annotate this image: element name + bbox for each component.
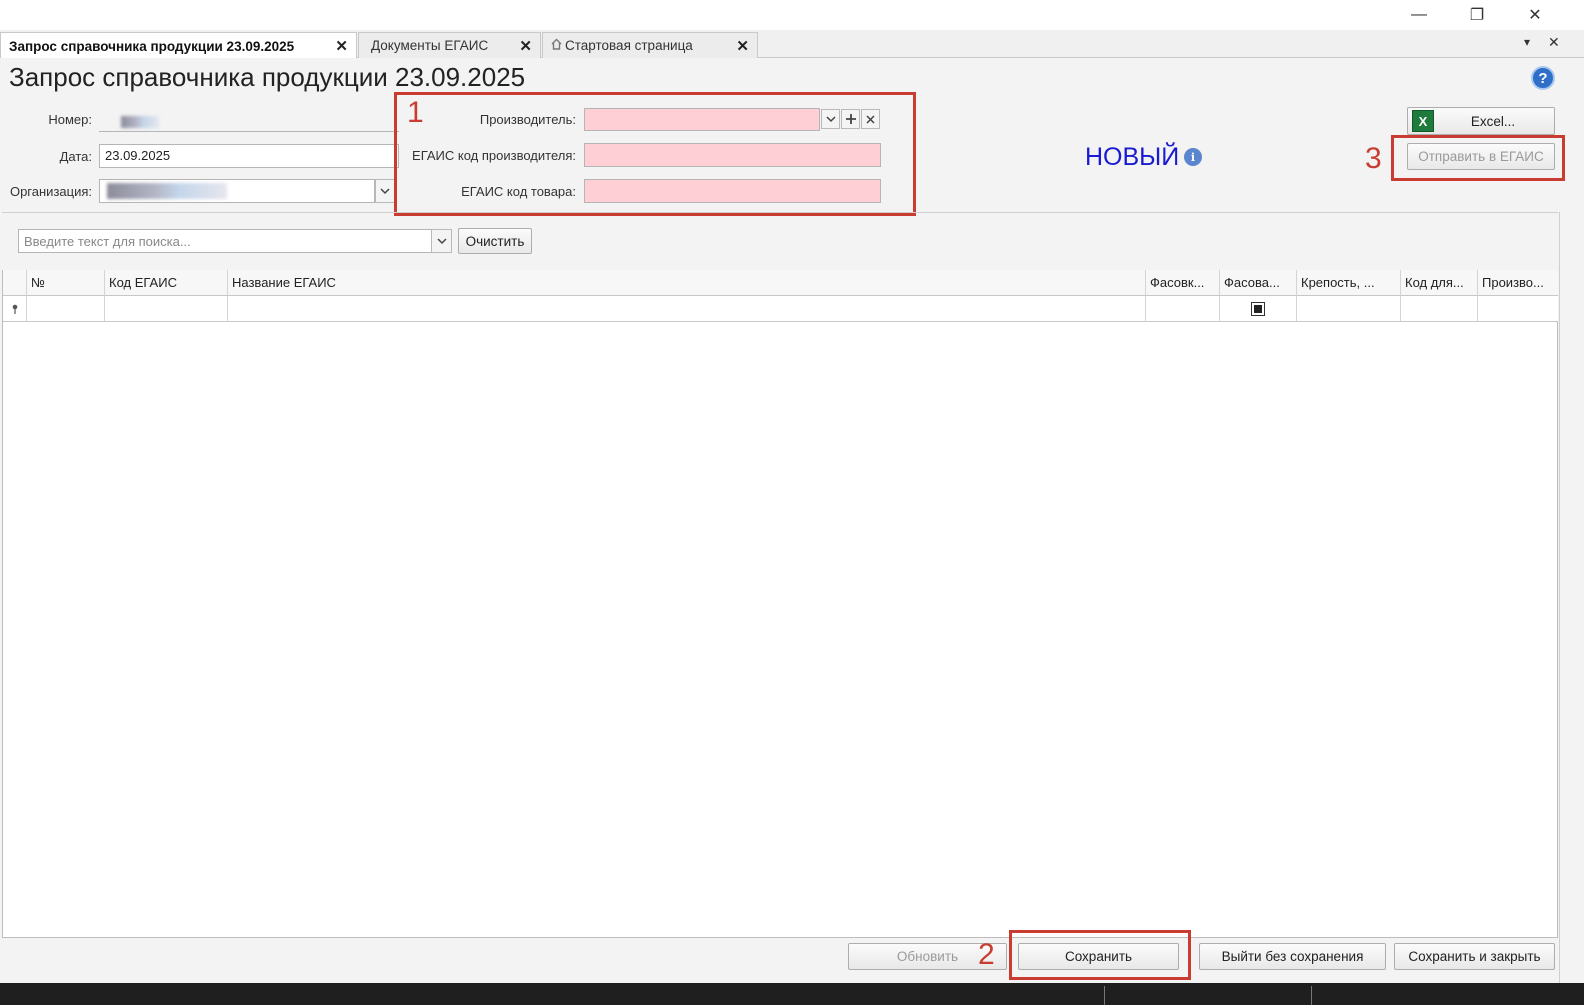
help-icon[interactable]: ? [1531,66,1555,90]
pin-icon [12,304,17,314]
products-table [2,270,1558,938]
add-producer-icon[interactable] [841,109,860,129]
annotation-number-2: 2 [978,938,995,971]
tab-close-icon[interactable]: ✕ [335,37,348,55]
tab-list-dropdown-icon[interactable]: ▾ [1524,35,1530,49]
new-row-cell[interactable] [1146,296,1220,322]
producer-dropdown-icon[interactable] [821,109,840,129]
tab-label: Документы ЕГАИС [371,38,489,53]
tab-label: Запрос справочника продукции 23.09.2025 [9,38,295,54]
organization-field[interactable] [99,179,375,203]
taskbar-divider [1311,986,1312,1005]
tab-start-page[interactable]: Стартовая страница ✕ [542,32,758,58]
taskbar [0,983,1584,1005]
column-header-egais-code[interactable]: Код ЕГАИС [105,270,228,296]
packaged-checkbox[interactable] [1251,301,1265,316]
tab-product-request[interactable]: Запрос справочника продукции 23.09.2025 … [0,32,357,59]
column-header-packaged[interactable]: Фасова... [1220,270,1297,296]
clear-producer-icon[interactable] [861,109,880,129]
vertical-scrollbar[interactable] [1559,212,1567,983]
new-row-cell[interactable] [1220,296,1297,322]
search-dropdown-icon[interactable] [431,229,452,253]
new-row-cell[interactable] [105,296,228,322]
exit-without-saving-button[interactable]: Выйти без сохранения [1199,943,1386,970]
new-row-indicator [3,296,27,322]
tab-close-icon[interactable]: ✕ [736,37,749,55]
minimize-icon[interactable]: — [1390,0,1448,30]
date-label: Дата: [59,149,92,164]
column-header-packing[interactable]: Фасовк... [1146,270,1220,296]
status-badge: НОВЫЙ [1085,143,1180,171]
new-row-cell[interactable] [228,296,1146,322]
producer-field[interactable] [584,108,820,131]
save-button[interactable]: Сохранить [1018,943,1179,970]
close-window-icon[interactable]: ✕ [1506,0,1564,30]
new-row-cell[interactable] [27,296,105,322]
excel-button[interactable]: X Excel... [1407,107,1555,135]
redacted-number [121,116,159,128]
new-row-cell[interactable] [1297,296,1401,322]
form-divider [2,212,1558,213]
producer-label: Производитель: [479,112,576,127]
new-row-cell[interactable] [1401,296,1478,322]
new-row-cell[interactable] [1478,296,1558,322]
taskbar-divider [1104,986,1105,1005]
organization-label: Организация: [9,184,92,199]
tab-close-icon[interactable]: ✕ [519,37,532,55]
clear-search-button[interactable]: Очистить [458,228,532,254]
status-info-icon[interactable]: i [1184,148,1202,166]
column-header-code-for[interactable]: Код для... [1401,270,1478,296]
row-indicator-header [3,270,27,296]
tab-egais-documents[interactable]: Документы ЕГАИС ✕ [358,32,541,58]
column-header-number[interactable]: № [27,270,105,296]
redacted-organization [107,183,227,199]
home-icon [551,38,562,53]
number-label: Номер: [48,112,92,127]
tab-label: Стартовая страница [565,38,693,53]
producer-code-field[interactable] [584,143,881,167]
send-to-egais-button[interactable]: Отправить в ЕГАИС [1407,143,1555,170]
excel-icon: X [1412,110,1434,132]
date-field[interactable]: 23.09.2025 [99,144,399,168]
excel-button-label: Excel... [1470,113,1516,129]
number-field[interactable] [99,108,399,132]
column-header-producer[interactable]: Произво... [1478,270,1558,296]
close-all-tabs-icon[interactable]: ✕ [1548,34,1560,51]
producer-code-label: ЕГАИС код производителя: [412,148,576,163]
organization-dropdown-icon[interactable] [375,179,395,203]
product-code-label: ЕГАИС код товара: [461,184,576,199]
annotation-number-3: 3 [1365,142,1382,175]
save-and-close-button[interactable]: Сохранить и закрыть [1394,943,1555,970]
page-title: Запрос справочника продукции 23.09.2025 [9,62,526,92]
restore-icon[interactable]: ❐ [1448,0,1506,30]
column-header-strength[interactable]: Крепость, ... [1297,270,1401,296]
column-header-egais-name[interactable]: Название ЕГАИС [228,270,1146,296]
window-titlebar [0,0,1584,30]
search-input[interactable]: Введите текст для поиска... [18,229,432,253]
product-code-field[interactable] [584,179,881,203]
